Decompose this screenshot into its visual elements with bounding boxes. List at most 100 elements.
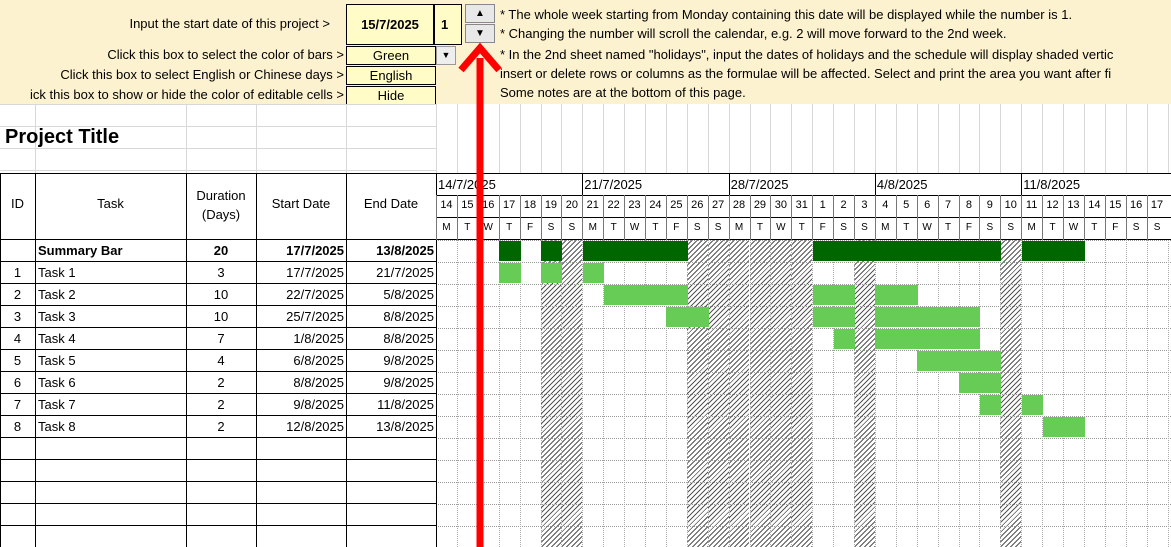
task-duration[interactable]: 10	[186, 287, 256, 302]
task-id[interactable]: 8	[0, 419, 35, 434]
task-duration[interactable]: 7	[186, 331, 256, 346]
editable-cells-select[interactable]: Hide	[346, 86, 436, 105]
project-title[interactable]: Project Title	[5, 126, 119, 149]
task-start-date[interactable]: 8/8/2025	[256, 375, 344, 390]
task-start-date[interactable]: 9/8/2025	[256, 397, 344, 412]
day-number: 31	[795, 199, 808, 211]
start-date-input[interactable]: 15/7/2025	[346, 4, 434, 45]
task-end-date[interactable]: 9/8/2025	[346, 353, 434, 368]
task-name[interactable]: Task 6	[38, 375, 184, 390]
gridline	[1167, 104, 1169, 173]
weekday-letter: T	[610, 222, 617, 233]
bar-color-select[interactable]: Green	[346, 46, 436, 65]
gantt-col-line	[1063, 240, 1064, 547]
border	[0, 459, 436, 460]
weekday-letter: S	[1132, 222, 1140, 233]
weekday-letter: S	[861, 222, 868, 233]
task-end-date[interactable]: 11/8/2025	[346, 397, 434, 412]
task-duration[interactable]: 2	[186, 375, 256, 390]
task-id[interactable]: 6	[0, 375, 35, 390]
task-end-date[interactable]: 13/8/2025	[346, 419, 434, 434]
gridline	[1021, 104, 1023, 173]
day-number: 7	[944, 199, 952, 211]
gantt-col-line	[958, 240, 960, 547]
day-number: 13	[1067, 199, 1080, 211]
task-name[interactable]: Task 1	[38, 265, 184, 280]
task-name[interactable]: Summary Bar	[38, 243, 184, 258]
task-bar	[938, 307, 960, 327]
gantt-row-line	[436, 350, 1171, 351]
summary-bar	[938, 241, 960, 261]
task-duration[interactable]: 3	[186, 265, 256, 280]
task-duration[interactable]: 20	[186, 243, 256, 258]
task-bar	[896, 307, 918, 327]
task-name[interactable]: Task 5	[38, 353, 184, 368]
task-name[interactable]: Task 3	[38, 309, 184, 324]
task-name[interactable]: Task 2	[38, 287, 184, 302]
day-number: 6	[924, 199, 931, 211]
task-end-date[interactable]: 8/8/2025	[346, 309, 434, 324]
header-start-date: Start Date	[271, 196, 331, 211]
task-name[interactable]: Task 8	[38, 419, 184, 434]
border	[0, 393, 436, 394]
task-start-date[interactable]: 17/7/2025	[256, 265, 344, 280]
scroll-up-button[interactable]: ▲	[465, 4, 495, 23]
gantt-row-line	[436, 482, 1171, 483]
task-duration[interactable]: 2	[186, 419, 256, 434]
task-name[interactable]: Task 7	[38, 397, 184, 412]
day-number: 17	[1150, 199, 1164, 211]
gridline	[1063, 104, 1064, 173]
gridline	[0, 104, 436, 105]
task-id[interactable]: 2	[0, 287, 35, 302]
task-id[interactable]: 7	[0, 397, 35, 412]
task-end-date[interactable]: 21/7/2025	[346, 265, 434, 280]
task-id[interactable]: 1	[0, 265, 35, 280]
task-end-date[interactable]: 13/8/2025	[346, 243, 434, 258]
gridline	[645, 104, 646, 173]
day-number: 14	[440, 199, 453, 211]
task-bar	[666, 307, 688, 327]
task-id[interactable]: 3	[0, 309, 35, 324]
task-start-date[interactable]: 6/8/2025	[256, 353, 344, 368]
gridline	[770, 104, 772, 173]
summary-bar	[959, 241, 981, 261]
chevron-down-icon[interactable]: ▼	[436, 46, 456, 65]
task-duration[interactable]: 4	[186, 353, 256, 368]
task-duration[interactable]: 2	[186, 397, 256, 412]
gantt-row-line	[436, 394, 1171, 395]
task-bar	[833, 329, 855, 349]
day-number: 1	[819, 199, 826, 211]
task-id[interactable]: 4	[0, 331, 35, 346]
gantt-col-line	[979, 240, 981, 547]
task-end-date[interactable]: 8/8/2025	[346, 331, 434, 346]
gantt-row-line	[436, 284, 1171, 285]
day-number: 26	[691, 199, 704, 211]
gantt-row-line	[436, 328, 1171, 329]
border	[0, 415, 436, 416]
summary-bar	[812, 241, 835, 261]
task-end-date[interactable]: 5/8/2025	[346, 287, 434, 302]
language-select[interactable]: English	[346, 66, 436, 85]
task-start-date[interactable]: 25/7/2025	[256, 309, 344, 324]
task-start-date[interactable]: 1/8/2025	[256, 331, 344, 346]
weekday-letter: M	[588, 222, 597, 233]
day-number: 18	[523, 199, 537, 211]
task-start-date[interactable]: 17/7/2025	[256, 243, 344, 258]
task-end-date[interactable]: 9/8/2025	[346, 375, 434, 390]
border	[0, 239, 1171, 240]
gridline	[937, 104, 939, 173]
task-id[interactable]: 5	[0, 353, 35, 368]
gantt-col-line	[1167, 240, 1169, 547]
task-start-date[interactable]: 22/7/2025	[256, 287, 344, 302]
gridline	[958, 104, 960, 173]
task-bar	[812, 307, 835, 327]
day-number: 3	[861, 199, 868, 211]
task-start-date[interactable]: 12/8/2025	[256, 419, 344, 434]
gridline	[0, 170, 436, 171]
task-bar	[959, 307, 981, 327]
summary-bar	[1042, 241, 1064, 261]
gridline	[519, 104, 521, 173]
task-name[interactable]: Task 4	[38, 331, 184, 346]
weekday-letter: W	[1068, 222, 1079, 233]
task-duration[interactable]: 10	[186, 309, 256, 324]
